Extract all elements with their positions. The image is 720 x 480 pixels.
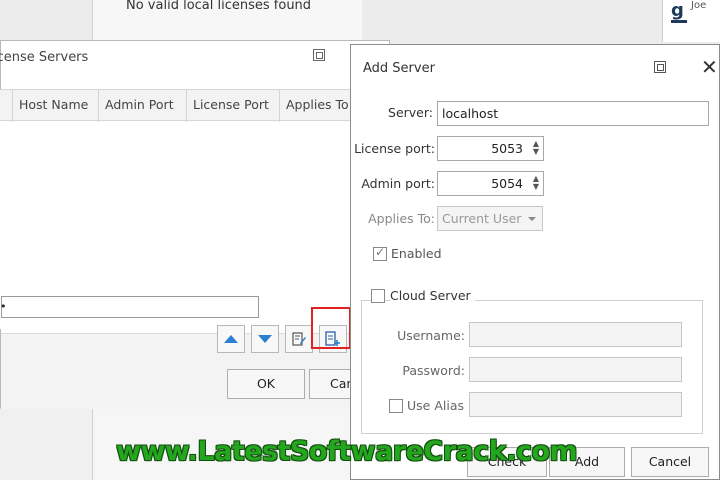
license-port-input[interactable]: 5053 ▲ ▼: [437, 136, 544, 161]
password-label: Password:: [402, 363, 465, 378]
admin-port-label: Admin port:: [361, 176, 435, 191]
background-logo-panel: g Joe: [662, 0, 720, 42]
license-servers-title: icense Servers: [0, 50, 89, 65]
move-up-button[interactable]: [217, 325, 245, 353]
spinner-icon[interactable]: ▲ ▼: [531, 140, 541, 156]
arrow-down-icon: [258, 335, 272, 343]
cloud-server-label: Cloud Server: [390, 288, 475, 303]
table-header: Host Name Admin Port License Port Applie…: [0, 89, 355, 122]
password-input[interactable]: [469, 357, 682, 382]
server-value: localhost: [442, 106, 499, 121]
move-down-button[interactable]: [251, 325, 279, 353]
spinner-icon[interactable]: ▲ ▼: [531, 175, 541, 191]
app-logo-icon: g: [671, 0, 684, 21]
server-label: Server:: [388, 105, 433, 120]
logo-text-fragment: Joe: [691, 0, 707, 11]
cloud-server-checkbox[interactable]: [371, 289, 385, 303]
license-port-label: License port:: [354, 141, 435, 156]
username-label: Username:: [397, 328, 465, 343]
logo-bar: [671, 20, 687, 23]
add-server-title: Add Server: [363, 61, 435, 76]
close-icon[interactable]: ✕: [701, 55, 718, 79]
column-admin-port[interactable]: Admin Port: [98, 90, 186, 122]
applies-to-value: Current User: [442, 211, 522, 226]
alias-input[interactable]: [469, 392, 682, 417]
applies-to-label: Applies To:: [368, 211, 435, 226]
highlight-box: [311, 307, 351, 349]
maximize-icon[interactable]: [313, 49, 325, 61]
watermark-text: www.LatestSoftwareCrack.com: [116, 436, 578, 467]
server-input[interactable]: localhost: [437, 101, 709, 126]
chevron-down-icon: [528, 217, 536, 221]
column-applies-to[interactable]: Applies To: [279, 90, 355, 122]
input-marker: •: [0, 300, 7, 313]
cancel-button[interactable]: Cancel: [631, 447, 709, 477]
license-port-value: 5053: [491, 141, 523, 156]
admin-port-value: 5054: [491, 176, 523, 191]
arrow-up-icon: [224, 335, 238, 343]
server-filter-input[interactable]: •: [0, 296, 259, 318]
use-alias-label: Use Alias: [407, 398, 464, 413]
admin-port-input[interactable]: 5054 ▲ ▼: [437, 171, 544, 196]
column-host-name[interactable]: Host Name: [12, 90, 98, 122]
license-servers-titlebar: icense Servers: [0, 41, 389, 79]
maximize-icon[interactable]: [654, 61, 666, 73]
edit-icon: [292, 332, 306, 346]
license-servers-dialog: icense Servers Host Name Admin Port Lice…: [0, 40, 390, 409]
ok-button[interactable]: OK: [227, 369, 305, 399]
add-server-dialog: Add Server ✕ Server: localhost License p…: [350, 44, 720, 480]
license-servers-table[interactable]: Host Name Admin Port License Port Applie…: [0, 89, 355, 329]
column-license-port[interactable]: License Port: [186, 90, 279, 122]
no-licenses-message: No valid local licenses found: [126, 0, 312, 13]
use-alias-checkbox[interactable]: [389, 399, 403, 413]
edit-server-button[interactable]: [285, 325, 313, 353]
applies-to-select[interactable]: Current User: [437, 206, 543, 231]
enabled-checkbox[interactable]: [373, 245, 387, 261]
enabled-label: Enabled: [391, 246, 442, 261]
username-input[interactable]: [469, 322, 682, 347]
